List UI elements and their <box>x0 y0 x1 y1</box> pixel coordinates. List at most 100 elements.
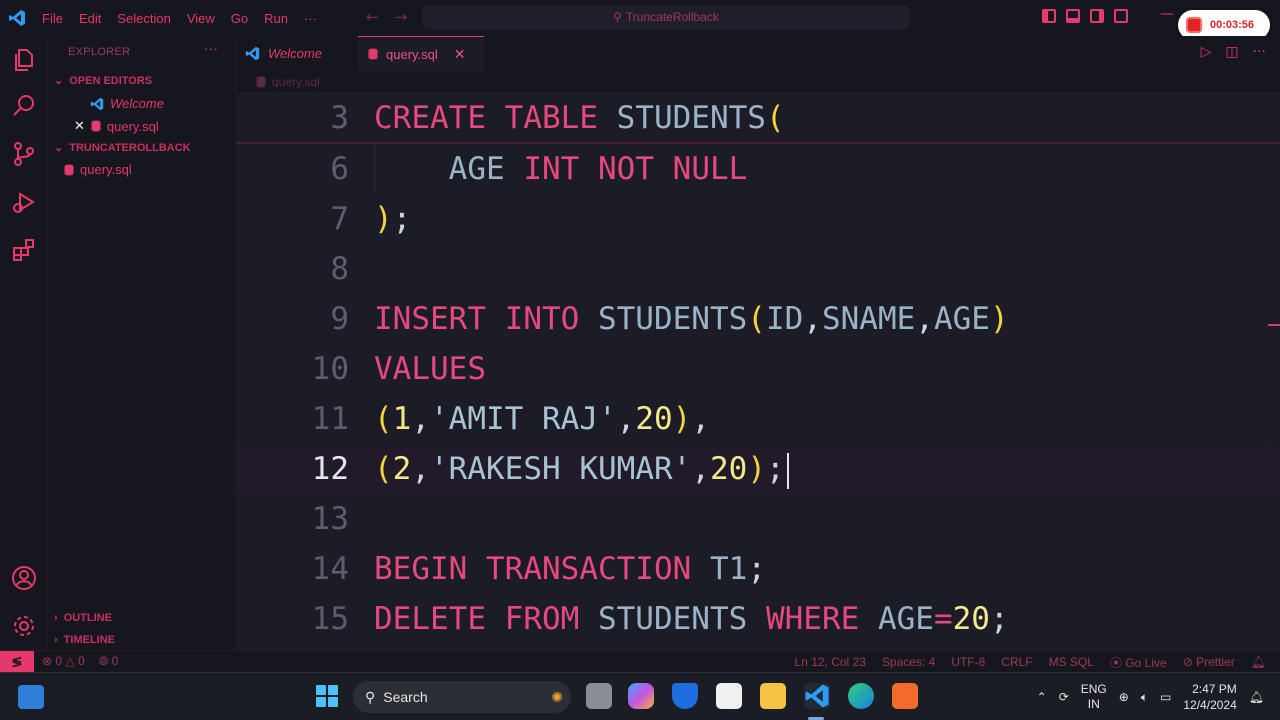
recorder-app-icon[interactable] <box>892 683 918 709</box>
line-text: CREATE TABLE STUDENTS( <box>374 100 785 136</box>
code-line[interactable]: 7); <box>237 194 1280 244</box>
snipping-tool-icon[interactable] <box>716 683 742 709</box>
go-live-button[interactable]: ⦿ Go Live <box>1110 654 1167 671</box>
line-number: 3 <box>330 100 349 136</box>
notification-bell-icon[interactable]: 🔔︎ <box>1249 690 1264 704</box>
database-icon <box>256 76 266 88</box>
open-editor-welcome[interactable]: Welcome <box>90 96 164 111</box>
taskbar-search[interactable]: ⚲ Search ✺ <box>353 681 571 713</box>
tab-label: query.sql <box>386 46 438 62</box>
menu-edit[interactable]: Edit <box>71 11 109 26</box>
code-editor[interactable]: 3 CREATE TABLE STUDENTS( 6 AGE INT NOT NU… <box>237 92 1280 650</box>
line-number: 8 <box>330 251 349 287</box>
account-icon[interactable] <box>10 564 38 592</box>
outline-label: OUTLINE <box>63 612 112 624</box>
settings-gear-icon[interactable] <box>10 612 38 640</box>
forward-arrow-icon[interactable]: → <box>395 8 408 26</box>
tab-welcome[interactable]: Welcome <box>237 36 357 71</box>
menu-bar: File Edit Selection View Go Run ··· <box>34 11 325 26</box>
file-explorer-icon[interactable] <box>760 683 786 709</box>
code-line[interactable]: 12 (2,'RAKESH KUMAR',20); <box>237 444 1280 494</box>
search-icon[interactable] <box>10 92 38 120</box>
menu-file[interactable]: File <box>34 11 71 26</box>
code-line[interactable]: 11 (1,'AMIT RAJ',20), <box>237 394 1280 444</box>
edge-icon[interactable] <box>848 683 874 709</box>
ports-indicator[interactable]: ⦾ 0 <box>99 654 119 669</box>
run-debug-icon[interactable] <box>10 188 38 216</box>
chevron-down-icon: ⌄ <box>54 75 64 87</box>
menu-view[interactable]: View <box>179 11 223 26</box>
menu-go[interactable]: Go <box>223 11 256 26</box>
toggle-sidebar-icon[interactable] <box>1042 9 1056 23</box>
code-line[interactable]: 3 CREATE TABLE STUDENTS( <box>237 93 1280 143</box>
menu-more[interactable]: ··· <box>296 11 325 26</box>
back-arrow-icon[interactable]: ← <box>366 8 379 26</box>
language-mode[interactable]: MS SQL <box>1049 655 1094 669</box>
battery-icon[interactable]: ▭ <box>1160 690 1171 704</box>
end-of-line[interactable]: CRLF <box>1001 655 1032 669</box>
line-text: INSERT INTO STUDENTS(ID,SNAME,AGE) <box>374 301 1009 337</box>
double-check-icon: ⊘ <box>1182 655 1197 669</box>
menu-selection[interactable]: Selection <box>109 11 178 26</box>
remote-icon[interactable]: ≶ <box>0 651 34 672</box>
files-icon[interactable] <box>10 46 38 74</box>
vscode-taskbar-icon[interactable] <box>804 683 830 709</box>
line-text: (2,'RAKESH KUMAR',20); <box>374 444 789 494</box>
toggle-panel-icon[interactable] <box>1066 9 1080 23</box>
cursor-position[interactable]: Ln 12, Col 23 <box>795 655 866 669</box>
volume-icon[interactable]: 🔈︎ <box>1141 690 1148 705</box>
chevron-up-icon[interactable]: ⌃ <box>1037 690 1047 704</box>
chevron-down-icon: ⌄ <box>54 142 64 154</box>
breadcrumb[interactable]: query.sql <box>256 72 320 92</box>
timeline-section[interactable]: › TIMELINE <box>54 634 115 646</box>
editor-tabs: Welcome query.sql ✕ ▷ ◫ ··· <box>237 36 1280 71</box>
tab-query-sql[interactable]: query.sql ✕ <box>358 36 484 71</box>
sticky-scroll-line[interactable]: 3 CREATE TABLE STUDENTS( <box>237 92 1280 144</box>
code-line[interactable]: 14 BEGIN TRANSACTION T1; <box>237 544 1280 594</box>
problems-indicator[interactable]: ⊗ 0 △ 0 <box>42 654 85 669</box>
close-icon[interactable]: ✕ <box>74 118 85 134</box>
menu-run[interactable]: Run <box>256 11 296 26</box>
network-icon[interactable]: ⊕ <box>1119 690 1129 704</box>
customize-layout-icon[interactable] <box>1114 9 1128 23</box>
copilot-icon[interactable] <box>628 683 654 709</box>
toggle-secondary-sidebar-icon[interactable] <box>1090 9 1104 23</box>
notifications-icon[interactable]: 🔔︎ <box>1251 655 1266 669</box>
defender-icon[interactable] <box>672 683 698 709</box>
code-line[interactable]: 15 DELETE FROM STUDENTS WHERE AGE=20; <box>237 594 1280 644</box>
code-line[interactable]: 6 AGE INT NOT NULL <box>237 144 1280 194</box>
file-query-sql[interactable]: query.sql <box>64 162 132 177</box>
code-line[interactable]: 13 <box>237 494 1280 544</box>
code-line[interactable]: 8 <box>237 244 1280 294</box>
more-actions-icon[interactable]: ··· <box>1253 44 1266 60</box>
language-indicator[interactable]: ENG IN <box>1081 682 1107 712</box>
vscode-icon <box>245 46 260 61</box>
open-editor-query[interactable]: ✕ query.sql <box>74 118 159 134</box>
vscode-window: File Edit Selection View Go Run ··· ← → … <box>0 0 1280 720</box>
code-line[interactable]: 9 INSERT INTO STUDENTS(ID,SNAME,AGE) <box>237 294 1280 344</box>
extensions-icon[interactable] <box>10 236 38 264</box>
sidebar-more-icon[interactable]: ··· <box>204 40 218 56</box>
command-center[interactable]: ⚲ TruncateRollback <box>422 5 910 29</box>
indentation[interactable]: Spaces: 4 <box>882 655 935 669</box>
minimize-icon[interactable]: — <box>1160 6 1174 22</box>
widgets-icon[interactable] <box>18 685 44 709</box>
start-icon[interactable] <box>316 685 338 707</box>
source-control-icon[interactable] <box>10 140 38 168</box>
warning-icon: △ <box>65 654 75 668</box>
clock[interactable]: 2:47 PM 12/4/2024 <box>1183 681 1236 713</box>
task-view-icon[interactable] <box>586 683 612 709</box>
run-icon[interactable]: ▷ <box>1201 44 1212 60</box>
folder-section[interactable]: ⌄ TRUNCATEROLLBACK <box>54 141 191 155</box>
close-icon[interactable]: ✕ <box>454 46 466 63</box>
open-editors-section[interactable]: ⌄ OPEN EDITORS <box>54 74 152 88</box>
database-icon <box>368 48 378 60</box>
outline-section[interactable]: › OUTLINE <box>54 612 112 624</box>
sync-icon[interactable]: ⟳ <box>1059 690 1069 704</box>
prettier-button[interactable]: ⊘ Prettier <box>1183 655 1235 669</box>
layout-controls <box>1042 9 1128 23</box>
encoding[interactable]: UTF-8 <box>951 655 985 669</box>
line-number: 6 <box>330 151 349 187</box>
code-line[interactable]: 10 VALUES <box>237 344 1280 394</box>
split-editor-icon[interactable]: ◫ <box>1225 44 1238 60</box>
